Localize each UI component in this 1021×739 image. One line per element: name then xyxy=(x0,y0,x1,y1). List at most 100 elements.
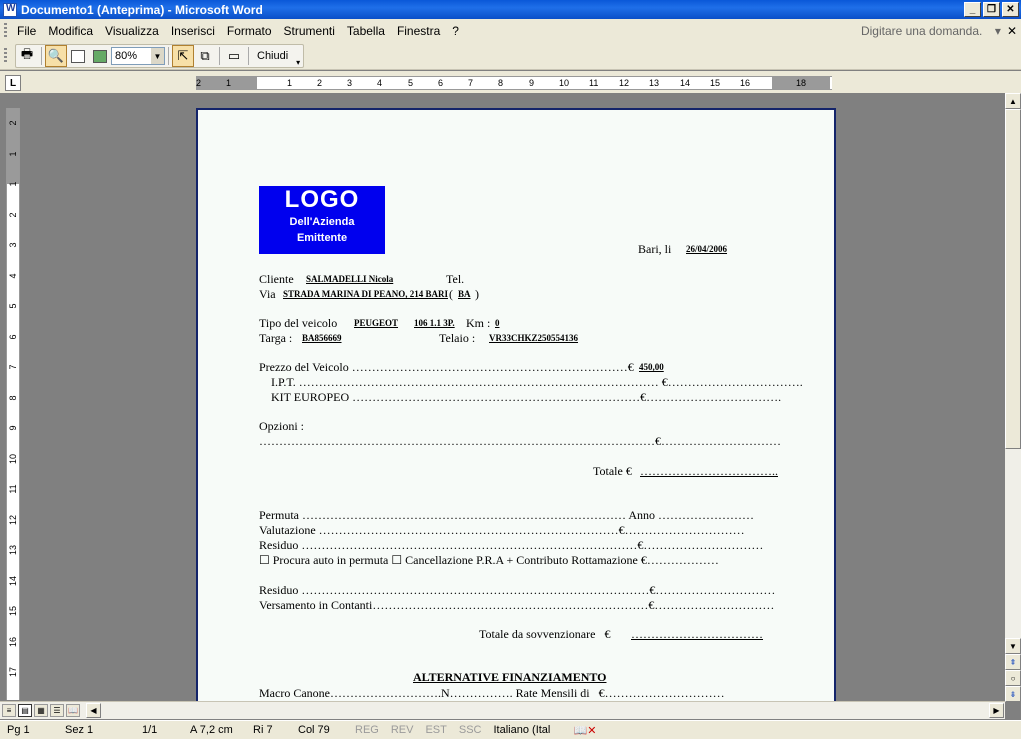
zoom-dropdown-icon[interactable]: ▼ xyxy=(151,48,164,64)
status-ovr[interactable]: SSC xyxy=(452,724,487,736)
menu-finestra[interactable]: Finestra xyxy=(393,22,448,40)
web-view-icon[interactable]: ▦ xyxy=(34,704,48,717)
status-bar: Pg 1 Sez 1 1/1 A 7,2 cm Ri 7 Col 79 REG … xyxy=(0,720,1021,739)
sovvenzionare-value: …………………………… xyxy=(631,627,763,641)
horizontal-ruler[interactable]: 2 1 1 2 3 4 5 6 7 8 9 10 11 12 13 14 15 16 18 xyxy=(196,76,832,90)
ruler-number: 7 xyxy=(8,364,18,370)
magnifier-icon[interactable]: 🔍 xyxy=(45,45,67,67)
status-column: Col 79 xyxy=(298,724,330,736)
ruler-number: 2 xyxy=(8,212,18,218)
previous-page-icon[interactable]: ⇞ xyxy=(1005,654,1021,670)
versamento-line: Versamento in Contanti………………………………………………… xyxy=(259,598,775,612)
ruler-number: 7 xyxy=(468,78,474,88)
ruler-number: 16 xyxy=(8,636,18,647)
menu-formato[interactable]: Formato xyxy=(223,22,280,40)
one-page-icon[interactable] xyxy=(67,45,89,67)
tab-selector[interactable]: L xyxy=(5,75,21,91)
vertical-ruler[interactable]: 2 1 1 2 3 4 5 6 7 8 9 10 11 12 13 14 15 16 17 xyxy=(6,108,20,700)
ruler-number: 15 xyxy=(710,78,721,88)
close-doc-icon[interactable]: ✕ xyxy=(1007,24,1017,38)
shrink-to-fit-icon[interactable]: ⧉ xyxy=(194,45,216,67)
kit-line: KIT EUROPEO ………………………………………………………………€………… xyxy=(271,390,782,404)
close-preview-button[interactable]: Chiudi xyxy=(252,50,293,62)
telaio-label: Telaio : xyxy=(439,331,476,345)
toolbar-group: 🖶 🔍 80% ▼ ⇱ ⧉ ▭ Chiudi ▾ xyxy=(15,44,305,68)
ipt-line: I.P.T. ……………………………………………………………………………… €…… xyxy=(271,375,803,389)
zoom-value: 80% xyxy=(115,50,138,62)
status-language[interactable]: Italiano (Ital xyxy=(487,724,567,736)
full-screen-icon[interactable]: ▭ xyxy=(223,45,245,67)
ruler-number: 2 xyxy=(8,120,18,126)
permuta-line: Permuta ……………………………………………………………………… Anno… xyxy=(259,508,754,522)
ruler-number: 11 xyxy=(8,484,18,494)
menu-modifica[interactable]: Modifica xyxy=(44,22,101,40)
spelling-status-icon[interactable]: 📖✕ xyxy=(567,724,602,737)
toolbar-options-icon[interactable]: ▾ xyxy=(293,45,303,67)
residuo-line: Residuo …………………………………………………………………………€………… xyxy=(259,538,764,552)
ruler-number: 17 xyxy=(8,667,18,678)
horizontal-scrollbar[interactable]: ≡ ▤ ▦ ☰ 📖 ◀ ▶ xyxy=(0,701,1005,719)
scroll-right-icon[interactable]: ▶ xyxy=(989,703,1004,718)
document-page[interactable]: LOGO Dell'Azienda Emittente Bari, li 26/… xyxy=(196,108,836,708)
sovvenzionare-label: Totale da sovvenzionare € xyxy=(479,627,611,641)
modello-value: 106 1.1 3P. xyxy=(414,318,455,328)
status-rec[interactable]: REG xyxy=(348,724,384,736)
vertical-scrollbar[interactable]: ▲ ▼ ⇞ ○ ⇟ xyxy=(1005,93,1021,702)
close-window-button[interactable]: ✕ xyxy=(1002,2,1019,17)
menu-strumenti[interactable]: Strumenti xyxy=(280,22,343,40)
totale-value: …………………………….. xyxy=(640,464,778,478)
menu-bar: File Modifica Visualizza Inserisci Forma… xyxy=(0,19,1021,43)
reading-view-icon[interactable]: 📖 xyxy=(66,704,80,717)
ruler-row: L 2 1 1 2 3 4 5 6 7 8 9 10 11 12 13 14 15 16 18 xyxy=(0,71,1021,93)
km-value: 0 xyxy=(495,318,500,328)
procura-line: ☐ Procura auto in permuta ☐ Cancellazion… xyxy=(259,553,719,567)
next-page-icon[interactable]: ⇟ xyxy=(1005,686,1021,702)
restore-button[interactable]: ❐ xyxy=(983,2,1000,17)
ruler-number: 8 xyxy=(498,78,504,88)
alternative-title: ALTERNATIVE FINANZIAMENTO xyxy=(413,670,607,684)
ruler-number: 18 xyxy=(796,78,807,88)
tel-label: Tel. xyxy=(446,272,465,286)
tipo-value: PEUGEOT xyxy=(354,318,399,328)
ruler-number: 12 xyxy=(619,78,630,88)
ruler-number: 1 xyxy=(8,151,18,157)
ruler-number: 13 xyxy=(8,545,18,556)
toolbar-grip[interactable] xyxy=(4,48,7,64)
zoom-select[interactable]: 80% ▼ xyxy=(111,47,165,65)
minimize-button[interactable]: _ xyxy=(964,2,981,17)
ruler-number: 5 xyxy=(8,303,18,309)
ruler-number: 1 xyxy=(8,181,18,187)
menu-tabella[interactable]: Tabella xyxy=(343,22,393,40)
status-ext[interactable]: EST xyxy=(418,724,451,736)
browse-object-icon[interactable]: ○ xyxy=(1005,670,1021,686)
menu-help[interactable]: ? xyxy=(448,22,467,40)
cliente-label: Cliente xyxy=(259,272,294,286)
word-app-icon[interactable] xyxy=(3,2,17,17)
ruler-number: 4 xyxy=(8,273,18,279)
status-pages: 1/1 xyxy=(142,724,158,736)
menu-grip[interactable] xyxy=(4,23,7,39)
toolbar-separator xyxy=(41,47,42,65)
view-ruler-icon[interactable]: ⇱ xyxy=(172,45,194,67)
scroll-down-icon[interactable]: ▼ xyxy=(1005,638,1021,654)
residuo-line-2: Residuo ……………………………………………………………………………€……… xyxy=(259,583,776,597)
ask-dropdown-icon[interactable]: ▾ xyxy=(995,24,1001,38)
targa-value: BA856669 xyxy=(302,333,342,343)
multiple-pages-icon[interactable] xyxy=(89,45,111,67)
status-rev[interactable]: REV xyxy=(384,724,419,736)
vertical-scroll-thumb[interactable] xyxy=(1005,109,1021,449)
valutazione-line: Valutazione …………………………………………………………………€……… xyxy=(259,523,745,537)
outline-view-icon[interactable]: ☰ xyxy=(50,704,64,717)
scroll-left-icon[interactable]: ◀ xyxy=(86,703,101,718)
scroll-up-icon[interactable]: ▲ xyxy=(1005,93,1021,109)
layout-view-icon[interactable]: ▤ xyxy=(18,704,32,717)
menu-file[interactable]: File xyxy=(13,22,44,40)
via-value: STRADA MARINA DI PEANO, 214 BARI xyxy=(283,289,449,299)
prov-open: ( xyxy=(449,287,453,301)
via-label: Via xyxy=(259,287,276,301)
print-icon[interactable]: 🖶 xyxy=(16,45,38,67)
menu-inserisci[interactable]: Inserisci xyxy=(167,22,223,40)
ask-question-box[interactable]: Digitare una domanda. ▾ xyxy=(861,24,1001,38)
normal-view-icon[interactable]: ≡ xyxy=(2,704,16,717)
menu-visualizza[interactable]: Visualizza xyxy=(101,22,167,40)
